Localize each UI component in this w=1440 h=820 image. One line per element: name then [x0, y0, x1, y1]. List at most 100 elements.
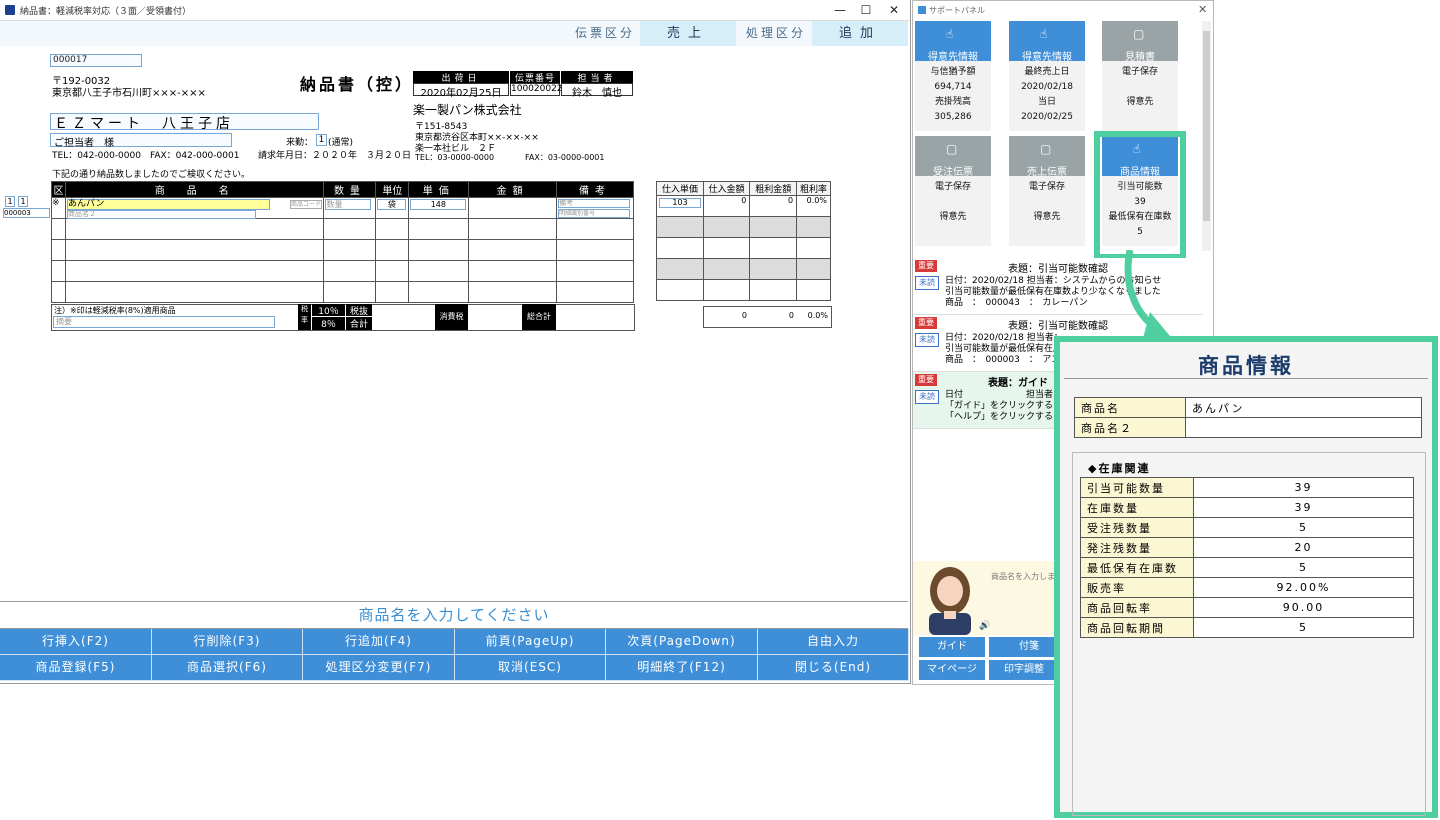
- message-line: 「ヘルプ」をクリックする: [945, 412, 1054, 422]
- assistant-avatar: [929, 567, 971, 635]
- total-label: 合計: [346, 317, 372, 330]
- cost-unit-field[interactable]: 103: [659, 198, 701, 208]
- guide-button[interactable]: ガイド: [919, 637, 985, 657]
- summary-input[interactable]: 摘要: [53, 316, 275, 328]
- tile-sales-slip[interactable]: ▢ 売上伝票 電子保存 得意先: [1009, 136, 1085, 246]
- slip-type-label: 伝票区分: [575, 26, 636, 40]
- next-page-button[interactable]: 次頁(PageDown): [606, 629, 758, 655]
- memo-input[interactable]: 備考: [558, 199, 631, 208]
- table-row: 最低保有在庫数 5: [1080, 557, 1414, 578]
- visit-value[interactable]: 1: [316, 134, 327, 146]
- product-tile-highlight: [1094, 131, 1186, 260]
- table-row[interactable]: ※ あんパン 商品名２ 商品コード 数量 袋 148 備考 明細識別番号: [51, 197, 634, 219]
- memo2-input[interactable]: 明細識別番号: [558, 209, 631, 218]
- product-name2-input[interactable]: 商品名２: [66, 210, 256, 219]
- price-input[interactable]: 148: [410, 199, 467, 210]
- print-adjust-button[interactable]: 印字調整: [989, 660, 1059, 680]
- speaker-icon[interactable]: 🔊: [979, 621, 990, 631]
- important-badge: 重要: [915, 317, 937, 329]
- cost-col-amount: 仕入金額: [702, 181, 751, 196]
- close-end-button[interactable]: 閉じる(End): [758, 655, 909, 681]
- table-row: 在庫数量 39: [1080, 497, 1414, 518]
- minimize-button[interactable]: —: [826, 2, 854, 18]
- ship-date-field[interactable]: 2020年02月25日: [413, 83, 509, 99]
- invoice-document: 000017 〒192-0032 東京都八王子市石川町×××-××× 納品書（控…: [0, 47, 655, 354]
- main-window: 納品書：軽減税率対応（３面／受領書付） — ☐ ✕ 伝票区分 売上 処理区分 追…: [0, 0, 911, 684]
- register-product-button[interactable]: 商品登録(F5): [0, 655, 152, 681]
- tile-order-slip[interactable]: ▢ 受注伝票 電子保存 得意先: [915, 136, 991, 246]
- table-row[interactable]: [51, 281, 634, 303]
- assistant-text: 商品名を入力しま: [991, 572, 1055, 581]
- tile-scrollbar[interactable]: [1202, 21, 1211, 251]
- tile-label: 売上伝票: [1027, 167, 1067, 178]
- col-qty: 数量: [323, 181, 377, 198]
- insert-row-button[interactable]: 行挿入(F2): [0, 629, 152, 655]
- qty-input[interactable]: 数量: [325, 199, 372, 210]
- table-row[interactable]: [51, 218, 634, 240]
- maximize-button[interactable]: ☐: [852, 2, 880, 18]
- amount-cell: [468, 197, 558, 219]
- status-message: 商品名を入力してください: [0, 601, 908, 629]
- unread-badge: 未読: [915, 276, 939, 290]
- tile-customer-credit[interactable]: ☝ 得意先情報 与信猶予額 694,714 売掛残高 305,286: [915, 21, 991, 131]
- memo-cell[interactable]: 備考 明細識別番号: [556, 197, 634, 219]
- cancel-button[interactable]: 取消(ESC): [455, 655, 606, 681]
- row-marker-1[interactable]: 1: [5, 196, 15, 207]
- product-info-popup: 商品情報 商品名 あんパン 商品名２ ◆在庫関連 引当可能数量 39 在庫数量 39 …: [1054, 336, 1438, 818]
- product-name-input[interactable]: あんパン: [66, 199, 270, 210]
- unread-badge: 未読: [915, 333, 939, 347]
- cost-col-rate: 粗利率: [796, 181, 831, 196]
- product-code-button[interactable]: 商品コード: [289, 200, 322, 209]
- hand-pointer-icon: ☝: [946, 27, 954, 41]
- rate-8: 8％: [312, 317, 345, 330]
- unit-input[interactable]: 袋: [377, 199, 407, 210]
- product-name-table: 商品名 あんパン 商品名２: [1074, 397, 1422, 438]
- col-product: 商 品 名: [64, 181, 325, 198]
- tile-label: 受注伝票: [933, 167, 973, 178]
- table-row: 引当可能数量 39: [1080, 477, 1414, 498]
- contact-field[interactable]: ご担当者 様: [50, 133, 232, 149]
- table-row[interactable]: [51, 260, 634, 282]
- title-bar: 納品書：軽減税率対応（３面／受領書付） — ☐ ✕: [0, 0, 910, 21]
- price-cell[interactable]: 148: [408, 197, 470, 219]
- unit-cell[interactable]: 袋: [375, 197, 410, 219]
- hand-pointer-icon: ☝: [1040, 27, 1048, 41]
- scroll-thumb[interactable]: [1203, 31, 1210, 221]
- table-row: 商品回転率 90.00: [1080, 597, 1414, 618]
- message-line: 商品 ： 000003 ： アンパ: [945, 355, 1069, 365]
- customer-name-field[interactable]: ＥＺマート 八王子店: [50, 113, 319, 132]
- speech-bubble-icon: ▢: [946, 142, 958, 156]
- cost-amount: 0: [702, 195, 751, 217]
- customer-code-field[interactable]: 000017: [50, 54, 142, 67]
- free-input-button[interactable]: 自由入力: [758, 629, 909, 655]
- slip-type-value[interactable]: 売上: [640, 21, 736, 46]
- tile-quotation[interactable]: ▢ 見積書 電子保存 得意先: [1102, 21, 1178, 131]
- sticky-button[interactable]: 付箋: [989, 637, 1059, 657]
- billing-date: 請求年月日：２０２０年 ３月２０日: [258, 151, 412, 161]
- table-row: 商品名 あんパン: [1074, 397, 1422, 418]
- table-row: [656, 237, 831, 259]
- staff-field[interactable]: 鈴木 慎也: [561, 83, 633, 99]
- slip-no-field[interactable]: 100020022: [510, 83, 563, 96]
- support-close-icon[interactable]: ✕: [1198, 3, 1207, 16]
- consumption-tax-label: 消費税: [435, 304, 468, 330]
- select-product-button[interactable]: 商品選択(F6): [152, 655, 303, 681]
- speech-bubble-icon: ▢: [1040, 142, 1052, 156]
- prev-page-button[interactable]: 前頁(PageUp): [455, 629, 606, 655]
- company-fax: FAX：03-0000-0001: [525, 153, 605, 162]
- delete-row-button[interactable]: 行削除(F3): [152, 629, 303, 655]
- tile-customer-lastsale[interactable]: ☝ 得意先情報 最終売上日 2020/02/18 当日 2020/02/25: [1009, 21, 1085, 131]
- product-cell[interactable]: あんパン 商品名２ 商品コード: [64, 197, 325, 219]
- detail-table: 区 商 品 名 数量 単位 単価 金額 備考 ※ あんパン 商品名２ 商品コード…: [51, 181, 634, 303]
- finish-detail-button[interactable]: 明細終了(F12): [606, 655, 758, 681]
- mypage-button[interactable]: マイページ: [919, 660, 985, 680]
- col-price: 単価: [408, 181, 470, 198]
- table-row: 商品名２: [1074, 417, 1422, 438]
- change-process-button[interactable]: 処理区分変更(F7): [303, 655, 455, 681]
- add-row-button[interactable]: 行追加(F4): [303, 629, 455, 655]
- row-marker-2[interactable]: 1: [18, 196, 28, 207]
- qty-cell[interactable]: 数量: [323, 197, 377, 219]
- table-row[interactable]: [51, 239, 634, 261]
- process-type-value[interactable]: 追加: [812, 21, 908, 46]
- close-button[interactable]: ✕: [880, 2, 908, 18]
